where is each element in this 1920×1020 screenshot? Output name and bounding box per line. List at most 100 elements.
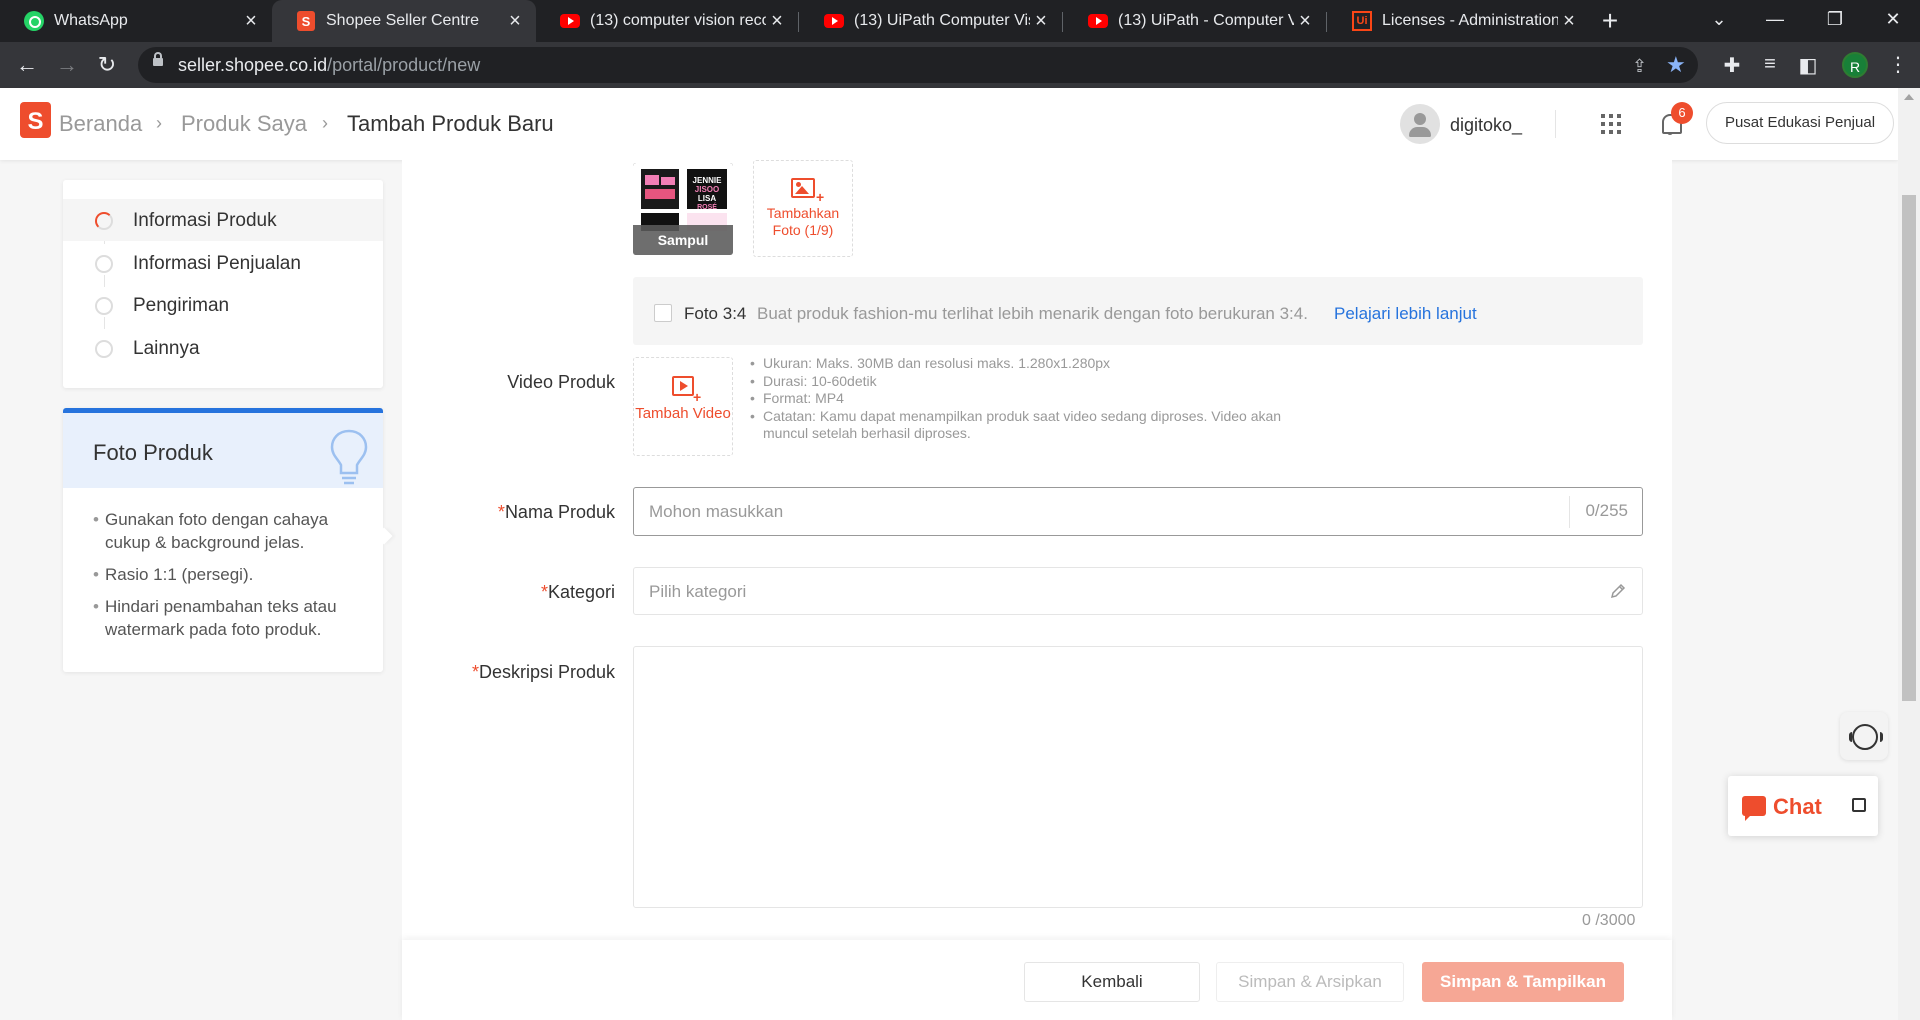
required-asterisk: *	[497, 502, 505, 522]
progress-steps: Informasi Produk Informasi Penjualan Pen…	[63, 180, 383, 388]
tab-licenses[interactable]: Ui Licenses - Administration ×	[1328, 0, 1590, 42]
close-icon[interactable]: ×	[1558, 10, 1580, 32]
product-name-label: *Nama Produk	[440, 502, 615, 523]
form-action-bar: Kembali Simpan & Arsipkan Simpan & Tampi…	[402, 940, 1672, 1020]
tab-title: (13) computer vision record	[590, 12, 766, 29]
url-text: seller.shopee.co.id/portal/product/new	[178, 55, 480, 76]
video-rule: Catatan: Kamu dapat menampilkan produk s…	[750, 408, 1330, 443]
thumb-text: JISOO	[695, 185, 719, 194]
photo-3-4-checkbox[interactable]	[654, 304, 672, 322]
category-label: *Kategori	[440, 582, 615, 603]
tab-title: Licenses - Administration	[1382, 12, 1558, 29]
forward-arrow-icon[interactable]: →	[52, 50, 82, 80]
save-archive-button[interactable]: Simpan & Arsipkan	[1216, 962, 1404, 1002]
step-label: Pengiriman	[133, 295, 230, 316]
tab-whatsapp[interactable]: WhatsApp ×	[0, 0, 272, 42]
step-informasi-penjualan[interactable]: Informasi Penjualan	[63, 242, 383, 284]
add-video-icon	[672, 376, 694, 396]
step-pengiriman[interactable]: Pengiriman	[63, 284, 383, 326]
step-circle-icon	[95, 340, 113, 358]
step-lainnya[interactable]: Lainnya	[63, 327, 383, 369]
new-tab-button[interactable]: +	[1595, 6, 1625, 36]
learn-more-link[interactable]: Pelajari lebih lanjut	[1334, 304, 1477, 324]
browser-menu-icon[interactable]: ⋮	[1888, 52, 1908, 77]
seller-education-button[interactable]: Pusat Edukasi Penjual	[1706, 102, 1894, 144]
description-textarea[interactable]	[648, 659, 1628, 895]
product-photo-thumbnail[interactable]: JENNIE JISOO LISA ROSÉ Sampul	[633, 163, 733, 255]
category-input[interactable]	[649, 581, 1569, 603]
tab-title: Shopee Seller Centre	[326, 12, 479, 29]
close-icon[interactable]: ×	[240, 10, 262, 32]
youtube-icon	[824, 11, 844, 31]
browser-tab-strip: WhatsApp × S Shopee Seller Centre × (13)…	[0, 0, 1920, 42]
media-queue-icon[interactable]: ≡	[1758, 53, 1782, 76]
category-field[interactable]	[633, 567, 1643, 615]
bookmark-star-icon[interactable]: ★	[1666, 52, 1686, 78]
lightbulb-icon	[330, 429, 368, 485]
cover-label: Sampul	[633, 225, 733, 255]
youtube-icon	[560, 11, 580, 31]
url-host: seller.shopee.co.id	[178, 55, 328, 75]
support-headset-icon[interactable]	[1840, 712, 1888, 760]
extensions-icon[interactable]: ✚	[1720, 53, 1744, 78]
tab-youtube-3[interactable]: (13) UiPath - Computer Visi ×	[1064, 0, 1326, 42]
username[interactable]: digitoko_	[1450, 115, 1522, 136]
description-label: *Deskripsi Produk	[440, 662, 615, 683]
tab-search-icon[interactable]: ⌄	[1696, 0, 1742, 38]
browser-toolbar: ← → ↻ seller.shopee.co.id/portal/product…	[0, 42, 1920, 88]
share-icon[interactable]: ⇪	[1632, 56, 1647, 77]
lock-icon[interactable]	[153, 52, 163, 66]
chat-widget[interactable]: Chat	[1728, 776, 1878, 836]
profile-avatar[interactable]: R	[1842, 52, 1868, 78]
youtube-icon	[1088, 11, 1108, 31]
whatsapp-icon	[24, 11, 44, 31]
tab-shopee-seller-centre[interactable]: S Shopee Seller Centre ×	[272, 0, 536, 42]
side-panel-icon[interactable]: ◧	[1796, 53, 1820, 78]
expand-icon[interactable]	[1852, 798, 1866, 812]
breadcrumb-my-products[interactable]: Produk Saya	[181, 111, 307, 137]
tab-title: WhatsApp	[54, 12, 128, 29]
tab-youtube-1[interactable]: (13) computer vision record ×	[536, 0, 798, 42]
back-arrow-icon[interactable]: ←	[12, 50, 42, 80]
close-icon[interactable]: ×	[1030, 10, 1052, 32]
thumb-text: ROSÉ	[697, 202, 717, 211]
address-bar[interactable]: seller.shopee.co.id/portal/product/new ⇪…	[138, 47, 1698, 83]
video-rule: Format: MP4	[750, 390, 1330, 408]
chat-label: Chat	[1773, 794, 1822, 819]
step-informasi-produk[interactable]: Informasi Produk	[63, 199, 383, 241]
product-name-input[interactable]	[649, 501, 1569, 523]
add-video-label: Tambah Video	[635, 405, 731, 422]
save-publish-button[interactable]: Simpan & Tampilkan	[1422, 962, 1624, 1002]
divider	[1555, 110, 1556, 138]
minimize-button[interactable]: —	[1752, 0, 1798, 38]
chevron-right-icon: ›	[322, 113, 328, 133]
apps-grid-icon[interactable]	[1601, 114, 1621, 134]
tab-youtube-2[interactable]: (13) UiPath Computer Vision ×	[800, 0, 1062, 42]
tip-item: Hindari penambahan teks atau watermark p…	[93, 595, 363, 641]
restore-button[interactable]: ❐	[1812, 0, 1858, 38]
avatar[interactable]	[1400, 104, 1440, 144]
back-button[interactable]: Kembali	[1024, 962, 1200, 1002]
description-label-text: Deskripsi Produk	[478, 662, 615, 682]
breadcrumb-home[interactable]: Beranda	[59, 111, 142, 137]
close-icon[interactable]: ×	[766, 10, 788, 32]
close-window-button[interactable]: ✕	[1870, 0, 1916, 38]
shopee-logo[interactable]: S	[20, 102, 51, 138]
tab-separator	[798, 12, 799, 32]
description-field[interactable]	[633, 646, 1643, 908]
tip-list: Gunakan foto dengan cahaya cukup & backg…	[93, 508, 363, 650]
add-photo-button[interactable]: + Tambahkan Foto (1/9)	[753, 160, 853, 257]
scroll-up-arrow-icon[interactable]	[1904, 94, 1914, 100]
tab-title: (13) UiPath - Computer Visi	[1118, 12, 1294, 29]
close-icon[interactable]: ×	[1294, 10, 1316, 32]
product-name-field[interactable]: 0/255	[633, 487, 1643, 536]
add-video-button[interactable]: + Tambah Video	[633, 357, 733, 456]
scrollbar-thumb[interactable]	[1902, 195, 1916, 701]
reload-icon[interactable]: ↻	[92, 50, 122, 80]
chevron-right-icon: ›	[156, 113, 162, 133]
tip-header: Foto Produk	[63, 408, 383, 488]
video-rule: Ukuran: Maks. 30MB dan resolusi maks. 1.…	[750, 355, 1330, 373]
close-icon[interactable]: ×	[504, 10, 526, 32]
photo-3-4-label: Foto 3:4	[684, 304, 747, 323]
pencil-icon[interactable]	[1609, 582, 1627, 600]
